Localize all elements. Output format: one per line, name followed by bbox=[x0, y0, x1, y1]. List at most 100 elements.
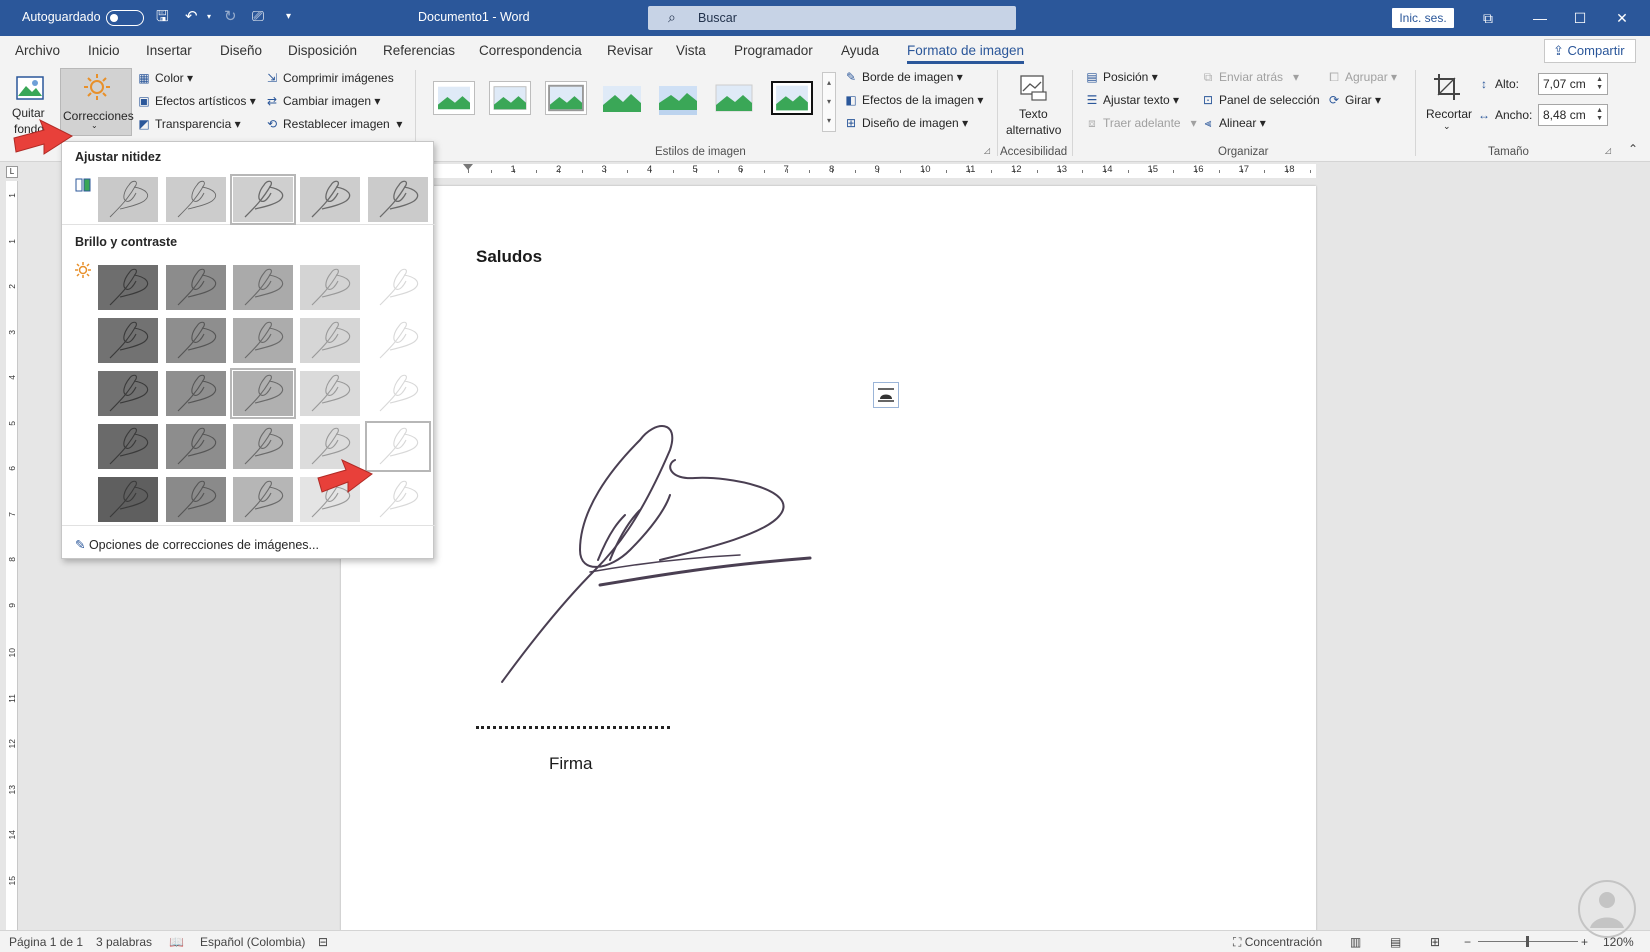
sharpen-thumbnail[interactable] bbox=[368, 177, 428, 222]
tab-ayuda[interactable]: Ayuda bbox=[841, 43, 879, 58]
selection-pane-button[interactable]: ⊡ Panel de selección bbox=[1200, 93, 1320, 107]
accessibility-icon[interactable]: ⊟ bbox=[318, 935, 328, 949]
sharpen-thumbnail[interactable] bbox=[166, 177, 226, 222]
tab-selector-icon[interactable]: L bbox=[6, 166, 18, 178]
tab-referencias[interactable]: Referencias bbox=[383, 43, 455, 58]
minimize-icon[interactable]: — bbox=[1520, 5, 1560, 31]
indent-marker[interactable] bbox=[463, 164, 473, 170]
brightness-contrast-thumbnail[interactable] bbox=[166, 318, 226, 363]
compress-images-button[interactable]: ⇲ Comprimir imágenes bbox=[264, 71, 394, 85]
picture-style-1[interactable] bbox=[433, 81, 475, 115]
search-input[interactable]: ⌕ Buscar bbox=[648, 6, 1016, 30]
change-image-button[interactable]: ⇄ Cambiar imagen ▾ bbox=[264, 94, 380, 108]
brightness-contrast-thumbnail[interactable] bbox=[233, 318, 293, 363]
close-icon[interactable]: ✕ bbox=[1602, 5, 1642, 31]
tab-diseno[interactable]: Diseño bbox=[220, 43, 262, 58]
picture-layout-button[interactable]: ⊞ Diseño de imagen ▾ bbox=[843, 116, 968, 130]
language-indicator[interactable]: Español (Colombia) bbox=[200, 935, 305, 949]
proofing-icon[interactable]: 📖 bbox=[169, 935, 184, 949]
picture-style-3[interactable] bbox=[545, 81, 587, 115]
width-spinner-icon[interactable]: ▲ ▼ bbox=[1596, 107, 1603, 123]
picture-style-2[interactable] bbox=[489, 81, 531, 115]
signin-button[interactable]: Inic. ses. bbox=[1392, 8, 1454, 28]
brightness-contrast-thumbnail[interactable] bbox=[368, 371, 428, 416]
brightness-contrast-thumbnail[interactable] bbox=[368, 318, 428, 363]
zoom-out-icon[interactable]: − bbox=[1464, 935, 1471, 949]
color-button[interactable]: ▦ Color ▾ bbox=[136, 71, 193, 85]
crop-icon[interactable] bbox=[1432, 72, 1462, 102]
size-dialog-launcher-icon[interactable]: ◿ bbox=[1605, 146, 1611, 155]
share-button[interactable]: ⇪ Compartir bbox=[1544, 39, 1636, 63]
brightness-contrast-thumbnail[interactable] bbox=[233, 477, 293, 522]
height-input[interactable]: 7,07 cm ▲ ▼ bbox=[1538, 73, 1608, 95]
picture-style-4[interactable] bbox=[601, 81, 643, 115]
page-count[interactable]: Página 1 de 1 bbox=[9, 935, 83, 949]
word-count[interactable]: 3 palabras bbox=[96, 935, 152, 949]
alt-text-label-1[interactable]: Texto bbox=[1019, 107, 1048, 121]
styles-dialog-launcher-icon[interactable]: ◿ bbox=[984, 146, 990, 155]
autosave-toggle[interactable] bbox=[106, 10, 144, 26]
ribbon-display-icon[interactable]: ⧉ bbox=[1468, 5, 1508, 31]
brightness-contrast-thumbnail[interactable] bbox=[98, 371, 158, 416]
rotate-button[interactable]: ⟳ Girar ▾ bbox=[1326, 93, 1381, 107]
brightness-contrast-thumbnail[interactable] bbox=[233, 424, 293, 469]
sharpen-thumbnail[interactable] bbox=[98, 177, 158, 222]
redo-icon[interactable]: ↻ bbox=[224, 8, 237, 26]
signature-caption[interactable]: Firma bbox=[549, 754, 592, 774]
brightness-contrast-thumbnail[interactable] bbox=[300, 371, 360, 416]
reset-image-button[interactable]: ⟲ Restablecer imagen ▾ bbox=[264, 117, 402, 131]
brightness-contrast-thumbnail[interactable] bbox=[98, 318, 158, 363]
picture-effects-button[interactable]: ◧ Efectos de la imagen ▾ bbox=[843, 93, 983, 107]
tab-disposicion[interactable]: Disposición bbox=[288, 43, 357, 58]
customize-toolbar-icon[interactable]: ▾ bbox=[286, 8, 291, 26]
undo-dropdown-icon[interactable]: ▾ bbox=[207, 8, 211, 26]
brightness-contrast-thumbnail[interactable] bbox=[230, 368, 296, 419]
alt-text-icon[interactable] bbox=[1018, 72, 1048, 102]
crop-chevron-icon[interactable]: ⌄ bbox=[1443, 121, 1451, 132]
brightness-contrast-thumbnail[interactable] bbox=[368, 477, 428, 522]
group-button[interactable]: ⧠ Agrupar ▾ bbox=[1326, 70, 1397, 85]
styles-gallery-scroll[interactable]: ▴ ▾ ▾ bbox=[822, 72, 836, 132]
height-spinner-icon[interactable]: ▲ ▼ bbox=[1596, 76, 1603, 92]
picture-style-7[interactable] bbox=[771, 81, 813, 115]
picture-border-button[interactable]: ✎ Borde de imagen ▾ bbox=[843, 70, 963, 84]
tab-revisar[interactable]: Revisar bbox=[607, 43, 653, 58]
remove-background-icon[interactable] bbox=[14, 72, 46, 104]
crop-label[interactable]: Recortar bbox=[1426, 107, 1472, 121]
focus-mode-button[interactable]: ⛶ Concentración bbox=[1233, 935, 1322, 950]
page-heading[interactable]: Saludos bbox=[476, 247, 542, 267]
position-button[interactable]: ▤ Posición ▾ bbox=[1084, 70, 1157, 84]
brightness-contrast-thumbnail[interactable] bbox=[166, 371, 226, 416]
brightness-contrast-thumbnail[interactable] bbox=[300, 265, 360, 310]
artistic-effects-button[interactable]: ▣ Efectos artísticos ▾ bbox=[136, 94, 255, 108]
sharpen-thumbnail[interactable] bbox=[230, 174, 296, 225]
brightness-contrast-thumbnail[interactable] bbox=[98, 424, 158, 469]
signature-image[interactable] bbox=[480, 410, 840, 700]
width-input[interactable]: 8,48 cm ▲ ▼ bbox=[1538, 104, 1608, 126]
brightness-contrast-thumbnail[interactable] bbox=[166, 477, 226, 522]
brightness-contrast-thumbnail[interactable] bbox=[368, 265, 428, 310]
tab-inicio[interactable]: Inicio bbox=[88, 43, 120, 58]
undo-icon[interactable]: ↶ bbox=[185, 8, 198, 26]
brightness-contrast-thumbnail[interactable] bbox=[166, 265, 226, 310]
align-button[interactable]: ⫷ Alinear ▾ bbox=[1200, 116, 1266, 131]
read-mode-icon[interactable]: ▥ bbox=[1350, 935, 1361, 949]
brightness-contrast-thumbnail[interactable] bbox=[365, 421, 431, 472]
tab-vista[interactable]: Vista bbox=[676, 43, 706, 58]
layout-options-button[interactable] bbox=[873, 382, 899, 408]
picture-style-5[interactable] bbox=[657, 81, 699, 115]
transparency-button[interactable]: ◩ Transparencia ▾ bbox=[136, 117, 240, 131]
brightness-contrast-thumbnail[interactable] bbox=[98, 265, 158, 310]
wrap-text-button[interactable]: ☰ Ajustar texto ▾ bbox=[1084, 93, 1179, 107]
maximize-icon[interactable]: ☐ bbox=[1560, 5, 1600, 31]
tab-correspondencia[interactable]: Correspondencia bbox=[479, 43, 582, 58]
brightness-contrast-thumbnail[interactable] bbox=[233, 265, 293, 310]
send-backward-button[interactable]: ⧉ Enviar atrás ▾ bbox=[1200, 70, 1299, 85]
brightness-contrast-thumbnail[interactable] bbox=[300, 318, 360, 363]
bring-forward-button[interactable]: ⧈ Traer adelante ▾ bbox=[1084, 116, 1196, 131]
sharpen-thumbnail[interactable] bbox=[300, 177, 360, 222]
tab-formato-de-imagen[interactable]: Formato de imagen bbox=[907, 43, 1025, 64]
web-layout-icon[interactable]: ⊞ bbox=[1430, 935, 1440, 949]
brightness-contrast-thumbnail[interactable] bbox=[98, 477, 158, 522]
tab-insertar[interactable]: Insertar bbox=[146, 43, 192, 58]
